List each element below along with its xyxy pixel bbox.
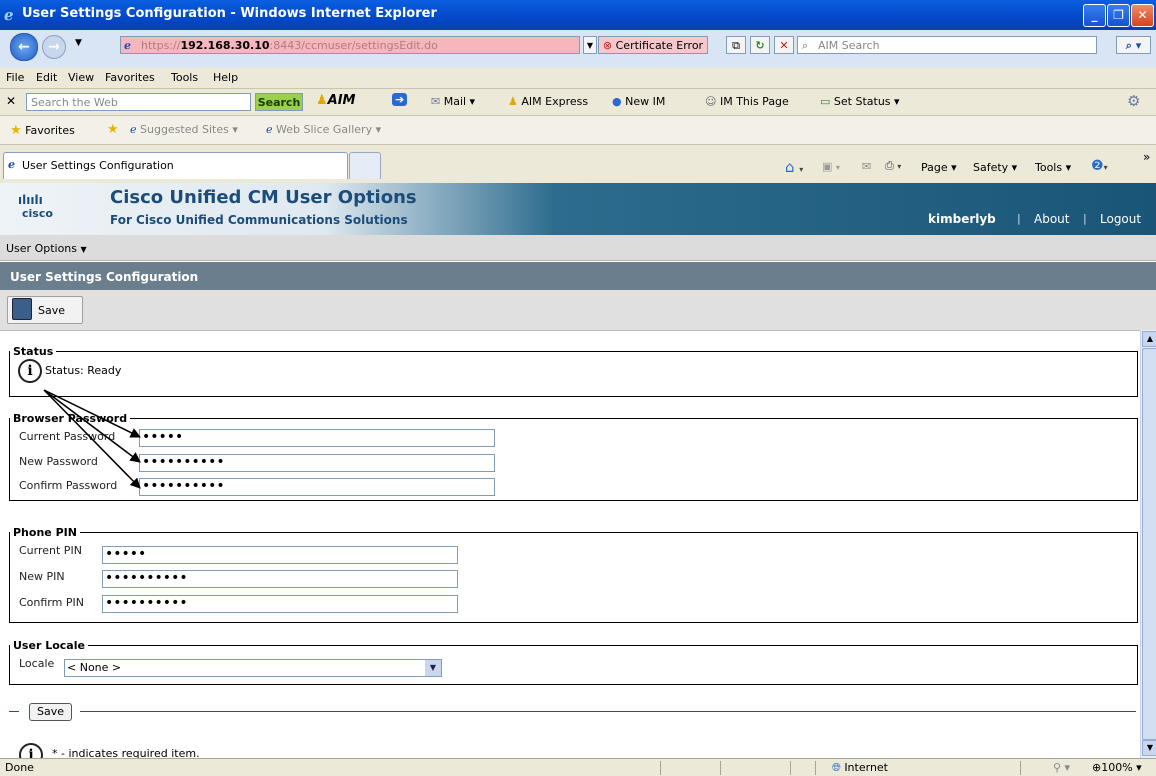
zoom-control[interactable]: ⊕100% ▾ [1092, 761, 1142, 774]
status-separator [1020, 761, 1021, 775]
scroll-up-button[interactable]: ▲ [1142, 331, 1156, 347]
arrow-to-current-password [43, 389, 141, 438]
zoom-icon: ⊕ [1092, 761, 1102, 774]
scroll-down-button[interactable]: ▼ [1142, 740, 1156, 756]
status-done: Done [5, 761, 34, 774]
vertical-scrollbar[interactable]: ▲ ▼ [1140, 330, 1156, 758]
protected-mode-icon[interactable]: ⚲ ▾ [1053, 761, 1070, 774]
status-separator [815, 761, 816, 775]
scroll-thumb[interactable] [1142, 348, 1156, 740]
zoom-level: 100% [1101, 761, 1133, 774]
status-separator [720, 761, 721, 775]
status-separator [790, 761, 791, 775]
internet-zone-label: Internet [844, 761, 888, 774]
arrow-to-new-password [43, 389, 141, 463]
internet-zone: 🌐︎ Internet [832, 761, 888, 775]
status-separator [660, 761, 661, 775]
arrow-to-confirm-password [43, 389, 141, 489]
globe-icon: 🌐︎ [832, 761, 841, 774]
browser-status-bar: Done 🌐︎ Internet ⚲ ▾ ⊕100% ▾ [0, 758, 1156, 776]
annotation-arrows [43, 389, 141, 489]
